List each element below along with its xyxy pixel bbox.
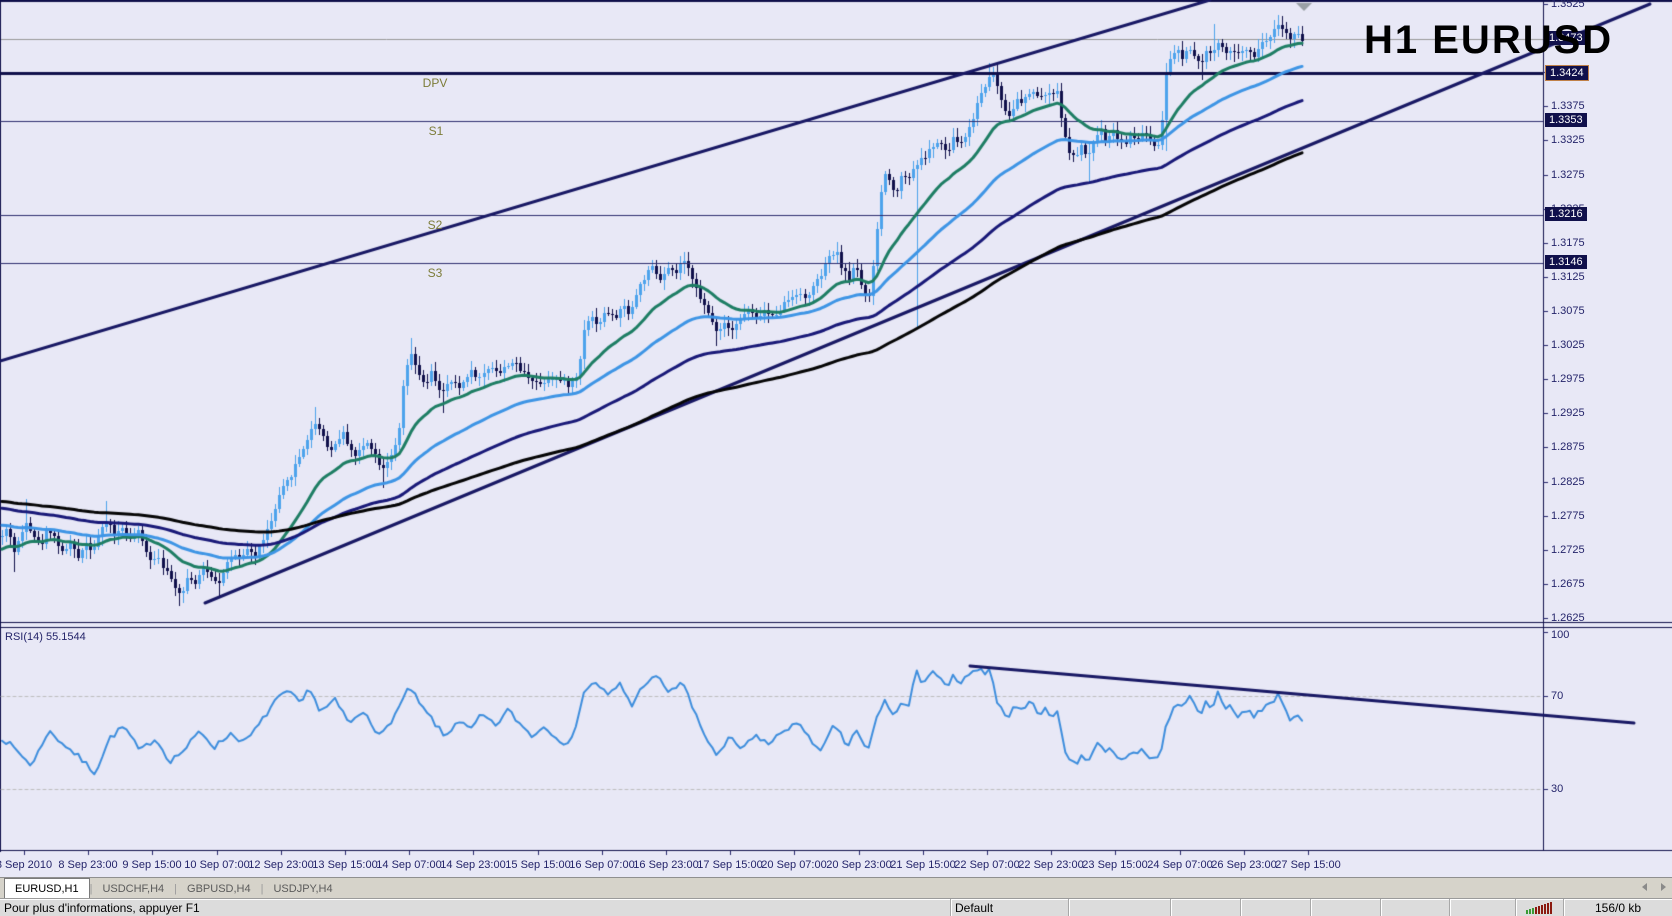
price-axis-label: 1.3025: [1551, 339, 1585, 351]
date-axis-label: 26 Sep 23:00: [1211, 859, 1277, 871]
tab-scroll-right-icon[interactable]: [1661, 883, 1666, 891]
rsi-axis-label: 100: [1551, 629, 1570, 641]
price-axis-box-label: 1.3353: [1545, 113, 1587, 127]
trading-platform-window: H1 EURUSD RSI(14) 55.1544 1.35251.34751.…: [0, 0, 1672, 916]
tab-scroll-left-icon[interactable]: [1642, 883, 1647, 891]
status-empty-section: [1068, 899, 1170, 916]
date-axis-label: 20 Sep 23:00: [826, 859, 892, 871]
status-empty-section: [1310, 899, 1380, 916]
status-empty-section: [1380, 899, 1449, 916]
price-axis-label: 1.2825: [1551, 476, 1585, 488]
date-axis-label: 15 Sep 15:00: [505, 859, 571, 871]
price-axis-label: 1.3075: [1551, 305, 1585, 317]
date-axis-label: 22 Sep 07:00: [954, 859, 1020, 871]
price-axis-label: 1.3525: [1551, 0, 1585, 10]
pivot-level-label: S1: [428, 124, 444, 138]
pivot-level-label: S2: [427, 218, 443, 232]
price-axis-label: 1.2625: [1551, 612, 1585, 624]
connection-bars-icon: [1526, 902, 1552, 914]
price-axis-box-label: 1.3424: [1545, 65, 1589, 81]
date-axis-label: 20 Sep 07:00: [761, 859, 827, 871]
status-empty-section: [1449, 899, 1515, 916]
status-profile[interactable]: Default: [950, 899, 1068, 916]
price-axis-label: 1.2975: [1551, 373, 1585, 385]
price-axis-label: 1.2675: [1551, 578, 1585, 590]
status-empty-section: [1170, 899, 1240, 916]
price-axis-label: 1.2875: [1551, 441, 1585, 453]
date-axis-label: 24 Sep 07:00: [1147, 859, 1213, 871]
status-connection-section: [1515, 899, 1563, 916]
price-axis-label: 1.3325: [1551, 134, 1585, 146]
date-axis-label: 8 Sep 23:00: [58, 859, 118, 871]
date-axis-label: 23 Sep 15:00: [1082, 859, 1148, 871]
date-axis-label: 12 Sep 23:00: [248, 859, 314, 871]
date-axis-label: 17 Sep 15:00: [697, 859, 763, 871]
price-axis-label: 1.3275: [1551, 169, 1585, 181]
price-axis-label: 1.2775: [1551, 510, 1585, 522]
date-axis-label: 16 Sep 23:00: [633, 859, 699, 871]
price-axis-box-label: 1.3146: [1545, 255, 1587, 269]
status-hint: Pour plus d'informations, appuyer F1: [4, 901, 200, 915]
date-axis-label: 22 Sep 23:00: [1018, 859, 1084, 871]
tab-scroll-arrows: [1642, 883, 1666, 891]
status-bar: Pour plus d'informations, appuyer F1 Def…: [0, 898, 1672, 916]
date-axis-label: 14 Sep 07:00: [376, 859, 442, 871]
tab-usdchf-h4[interactable]: USDCHF,H4: [92, 880, 174, 899]
date-axis-label: 9 Sep 15:00: [122, 859, 182, 871]
price-axis-label: 1.2925: [1551, 407, 1585, 419]
rsi-axis-label: 30: [1551, 783, 1564, 795]
chart-tab-bar: EURUSD,H1 | USDCHF,H4 | GBPUSD,H4 | USDJPY,H4: [0, 877, 1672, 899]
date-axis-label: 27 Sep 15:00: [1275, 859, 1341, 871]
date-axis-label: 16 Sep 07:00: [569, 859, 635, 871]
price-axis-box-label: 1.3473: [1545, 31, 1587, 45]
chart-canvas[interactable]: [0, 0, 1672, 858]
tab-gbpusd-h4[interactable]: GBPUSD,H4: [177, 880, 261, 899]
date-axis-label: 10 Sep 07:00: [184, 859, 250, 871]
price-axis-label: 1.3375: [1551, 100, 1585, 112]
status-empty-section: [1240, 899, 1310, 916]
date-axis-label: 8 Sep 2010: [0, 859, 53, 871]
tab-usdjpy-h4[interactable]: USDJPY,H4: [263, 880, 342, 899]
pivot-level-label: S3: [427, 266, 443, 280]
status-traffic: 156/0 kb: [1563, 899, 1672, 916]
price-axis-box-label: 1.3216: [1545, 207, 1587, 221]
rsi-axis-label: 70: [1551, 690, 1564, 702]
tab-eurusd-h1[interactable]: EURUSD,H1: [4, 878, 90, 899]
price-axis-label: 1.3175: [1551, 237, 1585, 249]
pivot-level-label: DPV: [422, 76, 448, 90]
date-axis-label: 13 Sep 15:00: [312, 859, 378, 871]
date-axis-label: 14 Sep 23:00: [440, 859, 506, 871]
date-axis-label: 21 Sep 15:00: [890, 859, 956, 871]
price-axis-label: 1.3125: [1551, 271, 1585, 283]
price-axis-label: 1.2725: [1551, 544, 1585, 556]
